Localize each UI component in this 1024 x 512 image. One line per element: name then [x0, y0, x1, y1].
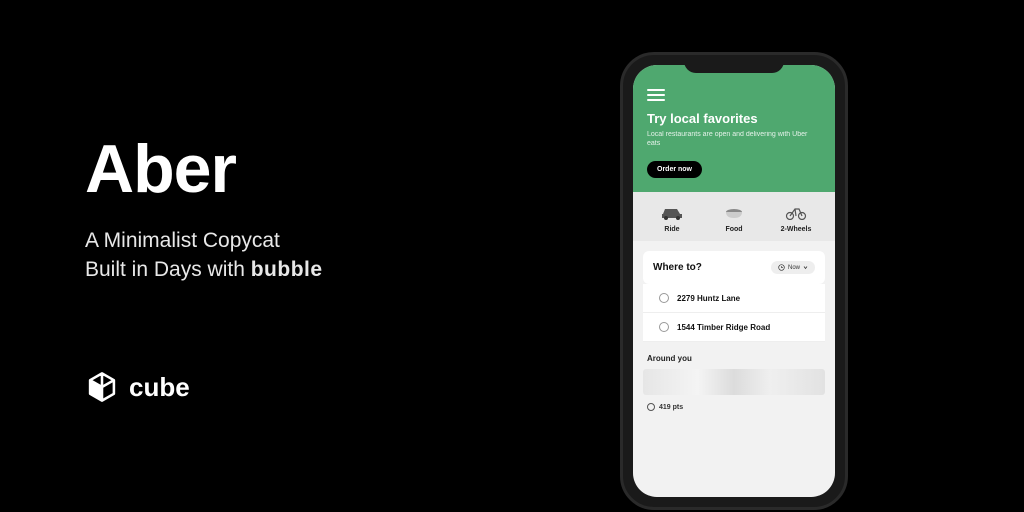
hero-banner: Try local favorites Local restaurants ar…	[633, 65, 835, 192]
category-label: Food	[703, 226, 765, 233]
hamburger-icon[interactable]	[647, 89, 665, 101]
address-text: 2279 Huntz Lane	[677, 294, 740, 303]
chevron-down-icon	[803, 265, 808, 270]
category-ride[interactable]: Ride	[641, 202, 703, 233]
category-food[interactable]: Food	[703, 202, 765, 233]
car-icon	[641, 202, 703, 224]
address-item[interactable]: 1544 Timber Ridge Road	[643, 313, 825, 342]
time-label: Now	[788, 265, 800, 271]
phone-notch	[684, 55, 784, 73]
cube-logo-text: cube	[129, 372, 190, 403]
subtitle-line1: A Minimalist Copycat	[85, 229, 280, 252]
points-icon	[647, 403, 655, 411]
around-you-label: Around you	[647, 354, 821, 363]
location-icon	[659, 322, 669, 332]
bowl-icon	[703, 202, 765, 224]
category-row: Ride Food 2-Wheels	[633, 192, 835, 241]
address-item[interactable]: 2279 Huntz Lane	[643, 284, 825, 313]
order-now-button[interactable]: Order now	[647, 161, 702, 178]
cube-logo: cube	[85, 370, 190, 404]
where-to-label: Where to?	[653, 262, 702, 273]
category-label: Ride	[641, 226, 703, 233]
app-screen: Try local favorites Local restaurants ar…	[633, 65, 835, 497]
bike-icon	[765, 202, 827, 224]
promo-title: Aber	[85, 130, 323, 208]
location-icon	[659, 293, 669, 303]
time-selector[interactable]: Now	[771, 261, 815, 274]
clock-icon	[778, 264, 785, 271]
points-value: 419 pts	[659, 404, 683, 411]
category-label: 2-Wheels	[765, 226, 827, 233]
points-row[interactable]: 419 pts	[647, 403, 821, 411]
address-text: 1544 Timber Ridge Road	[677, 323, 770, 332]
category-2wheels[interactable]: 2-Wheels	[765, 202, 827, 233]
cube-icon	[85, 370, 119, 404]
where-to-card[interactable]: Where to? Now	[643, 251, 825, 284]
subtitle-line2-prefix: Built in Days with	[85, 258, 251, 281]
bubble-brand: bubble	[251, 258, 323, 281]
map-preview[interactable]	[643, 369, 825, 395]
phone-mockup: Try local favorites Local restaurants ar…	[620, 52, 848, 510]
promo-subtitle: A Minimalist Copycat Built in Days with …	[85, 226, 323, 285]
hero-title: Try local favorites	[647, 111, 821, 126]
hero-subtitle: Local restaurants are open and deliverin…	[647, 130, 821, 148]
